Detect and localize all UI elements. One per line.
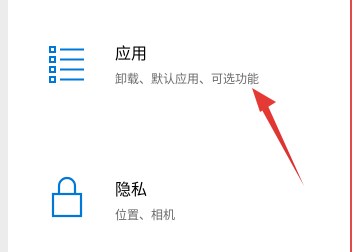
tile-subtitle-apps: 卸载、默认应用、可选功能: [115, 72, 260, 86]
apps-list-icon: [49, 46, 84, 83]
tile-title-privacy: 隐私: [115, 180, 148, 199]
right-border-edge: [350, 0, 360, 252]
lock-icon: [51, 176, 83, 218]
tile-subtitle-privacy: 位置、相机: [115, 208, 176, 222]
settings-tile-privacy[interactable]: 隐私 位置、相机: [8, 160, 348, 244]
left-panel-edge: [0, 0, 8, 252]
settings-page: 应用 卸载、默认应用、可选功能 隐私 位置、相机: [0, 0, 360, 252]
tile-title-apps: 应用: [115, 44, 148, 63]
settings-tile-apps[interactable]: 应用 卸载、默认应用、可选功能: [8, 24, 348, 108]
